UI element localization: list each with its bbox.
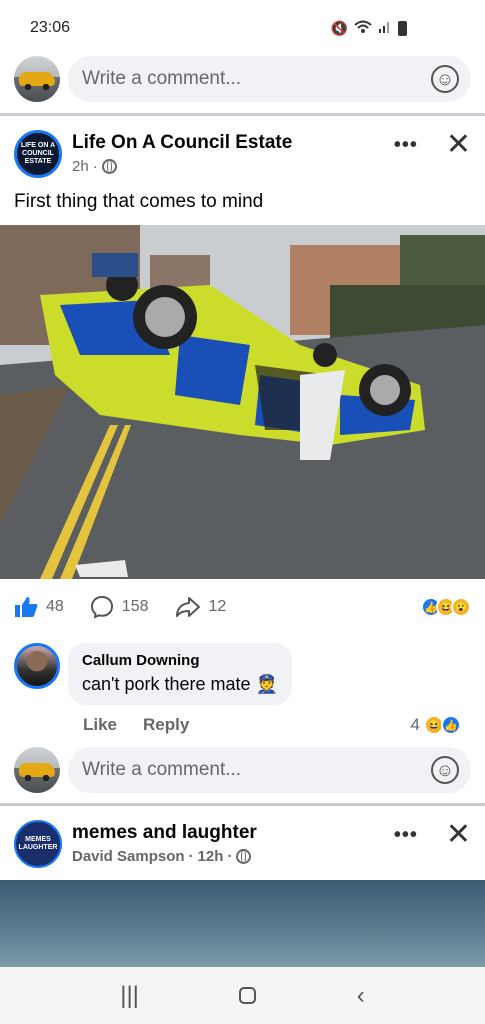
top-comment-row: Write a comment... ☺ bbox=[0, 56, 485, 102]
user-avatar[interactable] bbox=[14, 56, 60, 102]
battery-icon bbox=[398, 20, 407, 36]
post-author[interactable]: David Sampson bbox=[72, 848, 185, 865]
post-meta: David Sampson · 12h · bbox=[72, 848, 257, 865]
wifi-icon bbox=[354, 20, 372, 37]
comment-actions: Like Reply 4 😆 👍 bbox=[0, 705, 485, 745]
post-stats: 48 158 12 👍 😆 😮 bbox=[0, 579, 485, 635]
post-caption: First thing that comes to mind bbox=[14, 191, 264, 212]
like-icon bbox=[15, 597, 38, 617]
wow-reaction-icon: 😮 bbox=[451, 597, 471, 617]
likes-count: 48 bbox=[46, 598, 64, 615]
more-options-icon[interactable]: ••• bbox=[394, 135, 418, 155]
comment-reply-button[interactable]: Reply bbox=[143, 715, 189, 735]
comment-like-button[interactable]: Like bbox=[83, 715, 117, 735]
post-time[interactable]: 12h bbox=[198, 848, 224, 865]
signal-icon bbox=[378, 20, 392, 37]
likes-stat[interactable]: 48 bbox=[14, 596, 64, 618]
comment-placeholder: Write a comment... bbox=[82, 759, 242, 780]
user-avatar[interactable] bbox=[14, 747, 60, 793]
comments-count: 158 bbox=[121, 598, 149, 615]
comment: Callum Downing can't pork there mate 👮 bbox=[0, 635, 485, 705]
post-header: MEMES LAUGHTER memes and laughter David … bbox=[0, 806, 485, 880]
globe-icon bbox=[101, 159, 117, 174]
top-comment-input[interactable]: Write a comment... ☺ bbox=[68, 56, 471, 102]
globe-icon bbox=[236, 849, 252, 864]
commenter-avatar[interactable] bbox=[14, 643, 60, 689]
comment-reaction-count: 4 bbox=[410, 715, 420, 734]
comment-bubble[interactable]: Callum Downing can't pork there mate 👮 bbox=[68, 643, 292, 705]
comment-text: can't pork there mate 👮 bbox=[82, 674, 278, 694]
post-time[interactable]: 2h bbox=[72, 158, 89, 175]
shares-count: 12 bbox=[208, 598, 227, 615]
comment-placeholder: Write a comment... bbox=[82, 68, 242, 89]
comment-reactions[interactable]: 4 😆 👍 bbox=[411, 715, 461, 735]
like-reaction-icon: 👍 bbox=[441, 715, 461, 735]
share-icon bbox=[175, 597, 200, 617]
post-comment-input[interactable]: Write a comment... ☺ bbox=[68, 747, 471, 793]
status-bar: 23:06 🔇 bbox=[0, 0, 485, 56]
system-nav-bar: ||| ‹ bbox=[0, 967, 485, 1024]
page-logo[interactable]: LIFE ON A COUNCIL ESTATE bbox=[14, 130, 62, 178]
commenter-name[interactable]: Callum Downing bbox=[82, 651, 278, 671]
page-name[interactable]: memes and laughter bbox=[72, 820, 257, 846]
close-icon[interactable]: ✕ bbox=[446, 820, 471, 850]
comments-stat[interactable]: 158 bbox=[90, 595, 149, 619]
post-photo[interactable] bbox=[0, 880, 485, 972]
emoji-icon[interactable]: ☺ bbox=[431, 65, 459, 93]
post-meta: 2h · bbox=[72, 158, 292, 175]
status-icons: 🔇 bbox=[331, 20, 407, 37]
post-header: LIFE ON A COUNCIL ESTATE Life On A Counc… bbox=[0, 116, 485, 190]
back-icon[interactable]: ‹ bbox=[357, 982, 365, 1010]
post-memes-and-laughter: MEMES LAUGHTER memes and laughter David … bbox=[0, 806, 485, 972]
recent-apps-icon[interactable]: ||| bbox=[120, 982, 139, 1010]
page-name[interactable]: Life On A Council Estate bbox=[72, 130, 292, 156]
status-time: 23:06 bbox=[30, 19, 71, 36]
overturned-police-car-image bbox=[0, 225, 485, 579]
post-comment-row: Write a comment... ☺ bbox=[0, 747, 485, 793]
mute-icon: 🔇 bbox=[330, 19, 348, 36]
close-icon[interactable]: ✕ bbox=[446, 130, 471, 160]
comment-icon bbox=[90, 595, 113, 619]
more-options-icon[interactable]: ••• bbox=[394, 825, 418, 845]
post-life-on-a-council-estate: LIFE ON A COUNCIL ESTATE Life On A Counc… bbox=[0, 116, 485, 793]
shares-stat[interactable]: 12 bbox=[175, 596, 227, 618]
post-photo[interactable] bbox=[0, 225, 485, 579]
emoji-icon[interactable]: ☺ bbox=[431, 756, 459, 784]
home-icon[interactable] bbox=[239, 987, 257, 1004]
page-logo[interactable]: MEMES LAUGHTER bbox=[14, 820, 62, 868]
reaction-summary[interactable]: 👍 😆 😮 bbox=[421, 597, 471, 617]
